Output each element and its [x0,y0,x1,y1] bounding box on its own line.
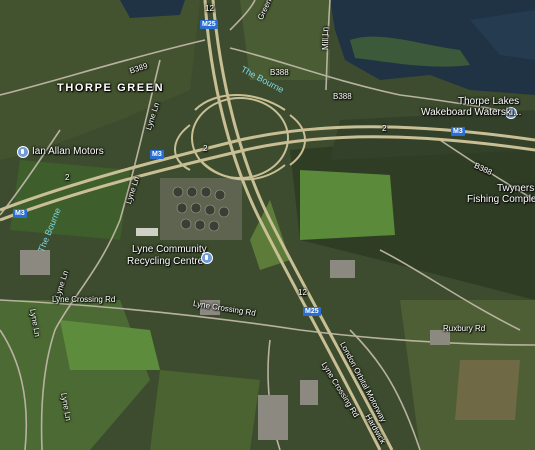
place-label-fishing-complex: Fishing Complex [467,194,535,205]
place-label-lyne-community: Lyne Community [132,244,207,255]
m3-shield-right: M3 [451,127,465,136]
road-number-12-a: 12 [205,4,214,13]
road-number-12-b: 12 [298,288,307,297]
place-label-twynersh: Twynersh [497,183,535,194]
road-number-2-b: 2 [203,144,208,153]
ian-allan-marker-icon[interactable] [17,146,29,158]
poi-label-thorpe-lakes-line2: Wakeboard Waterski... [421,107,522,118]
m3-shield-left: M3 [13,209,27,218]
map-imagery [0,0,535,450]
poi-label-thorpe-lakes-line1: Thorpe Lakes [458,96,520,107]
road-number-2-c: 2 [382,124,387,133]
m25-shield-bottom: M25 [303,307,321,316]
road-label-lyne-crossing-a: Lyne Crossing Rd [52,295,116,304]
poi-label-ian-allan[interactable]: Ian Allan Motors [32,146,104,157]
road-label-mill-ln: Mill Ln [321,26,330,50]
place-label-thorpe-green: THORPE GREEN [57,82,165,94]
place-label-recycling-centre: Recycling Centre [127,256,204,267]
recycling-centre-marker-icon[interactable] [201,252,213,264]
road-label-ruxbury: Ruxbury Rd [443,324,486,333]
road-label-b388-a: B388 [270,68,289,77]
m25-shield-top: M25 [200,20,218,29]
road-number-2-a: 2 [65,173,70,182]
road-label-b388-b: B388 [333,92,352,101]
m3-shield-center: M3 [150,150,164,159]
satellite-map[interactable]: THORPE GREEN Ian Allan Motors Thorpe Lak… [0,0,535,450]
poi-label-thorpe-lakes[interactable]: Thorpe Lakes [458,96,519,107]
